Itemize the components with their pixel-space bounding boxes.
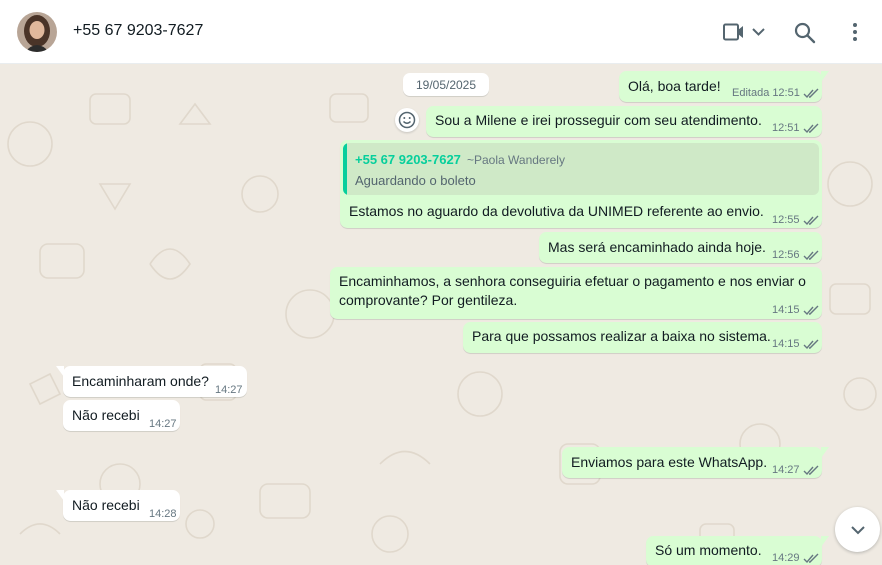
message-outgoing-reply[interactable]: +55 67 9203-7627 ~Paola Wanderely Aguard… — [340, 140, 822, 228]
message-incoming[interactable]: Não recebi 14:27 — [63, 400, 180, 431]
message-outgoing[interactable]: Enviamos para este WhatsApp. 14:27 — [562, 447, 829, 480]
kebab-menu-icon — [853, 23, 857, 41]
date-separator: 19/05/2025 — [403, 73, 489, 96]
message-meta: 12:55 — [772, 211, 819, 230]
message-time: 14:28 — [149, 508, 177, 520]
message-meta: 14:15 — [772, 301, 819, 320]
menu-button[interactable] — [843, 20, 867, 44]
message-text: Encaminharam onde? — [72, 373, 209, 389]
contact-avatar[interactable] — [17, 12, 57, 52]
message-outgoing[interactable]: Para que possamos realizar a baixa no si… — [463, 322, 822, 353]
chat-panel[interactable]: 19/05/2025 Olá, boa tarde! Editada 12:51… — [0, 64, 882, 565]
message-outgoing[interactable]: Olá, boa tarde! Editada 12:51 — [619, 71, 829, 103]
message-time: 14:29 — [772, 552, 800, 564]
double-check-icon — [803, 305, 819, 316]
message-text: Mas será encaminhado ainda hoje. — [548, 239, 766, 255]
double-check-icon — [803, 250, 819, 261]
message-text: Só um momento. — [655, 542, 762, 558]
message-outgoing[interactable]: Mas será encaminhado ainda hoje. 12:56 — [539, 232, 822, 263]
message-time: 12:51 — [772, 87, 800, 99]
message-incoming[interactable]: Não recebi 14:28 — [56, 490, 180, 521]
message-time: 14:27 — [149, 418, 177, 430]
double-check-icon — [803, 339, 819, 350]
search-icon — [794, 22, 816, 44]
message-meta: Editada 12:51 — [732, 84, 819, 103]
emoji-icon — [398, 111, 416, 129]
emoji-react-button[interactable] — [395, 108, 419, 132]
quote-text: Aguardando o boleto — [355, 173, 476, 188]
message-meta: 12:51 — [772, 119, 819, 138]
message-text: Não recebi — [72, 497, 140, 513]
edited-label: Editada — [732, 87, 770, 99]
message-meta: 14:27 — [772, 461, 819, 480]
message-text-line2: comprovante? Por gentileza. — [339, 292, 518, 308]
bubble-tail — [821, 536, 829, 547]
message-time: 12:51 — [772, 122, 800, 134]
message-text-line1: Encaminhamos, a senhora conseguiria efet… — [339, 273, 806, 289]
double-check-icon — [803, 553, 819, 564]
message-time: 14:27 — [215, 384, 243, 396]
bubble-tail — [821, 447, 829, 458]
message-outgoing[interactable]: Encaminhamos, a senhora conseguiria efet… — [330, 267, 822, 319]
double-check-icon — [803, 88, 819, 99]
message-meta: 12:56 — [772, 246, 819, 265]
message-text: Estamos no aguardo da devolutiva da UNIM… — [349, 203, 764, 219]
message-text: Olá, boa tarde! — [628, 78, 721, 94]
message-text: Não recebi — [72, 407, 140, 423]
chevron-down-icon — [850, 525, 865, 534]
search-button[interactable] — [793, 21, 817, 45]
bubble-tail — [821, 71, 829, 82]
bubble-tail — [56, 490, 64, 501]
bubble-tail — [56, 366, 64, 377]
message-time: 14:27 — [772, 464, 800, 476]
quote-phone: +55 67 9203-7627 — [355, 152, 461, 167]
message-text: Enviamos para este WhatsApp. — [571, 454, 768, 470]
message-meta: 14:15 — [772, 335, 819, 354]
scroll-to-bottom-button[interactable] — [835, 507, 880, 552]
quote-author: ~Paola Wanderely — [467, 153, 565, 167]
message-time: 12:56 — [772, 249, 800, 261]
quote-accent-bar — [343, 143, 347, 195]
message-outgoing[interactable]: Só um momento. 14:29 — [646, 536, 829, 565]
quoted-message[interactable]: +55 67 9203-7627 ~Paola Wanderely Aguard… — [343, 143, 819, 195]
message-outgoing[interactable]: Sou a Milene e irei prosseguir com seu a… — [426, 106, 822, 137]
message-time: 14:15 — [772, 304, 800, 316]
message-text: Para que possamos realizar a baixa no si… — [472, 328, 771, 344]
message-time: 12:55 — [772, 214, 800, 226]
message-text: Sou a Milene e irei prosseguir com seu a… — [435, 112, 762, 128]
message-meta: 14:29 — [772, 549, 819, 565]
double-check-icon — [803, 215, 819, 226]
double-check-icon — [803, 465, 819, 476]
double-check-icon — [803, 123, 819, 134]
video-camera-icon — [723, 23, 765, 41]
video-call-button[interactable] — [720, 20, 768, 44]
chat-header: +55 67 9203-7627 — [0, 0, 882, 64]
message-time: 14:15 — [772, 338, 800, 350]
message-incoming[interactable]: Encaminharam onde? 14:27 — [56, 366, 247, 397]
contact-name[interactable]: +55 67 9203-7627 — [73, 22, 203, 40]
